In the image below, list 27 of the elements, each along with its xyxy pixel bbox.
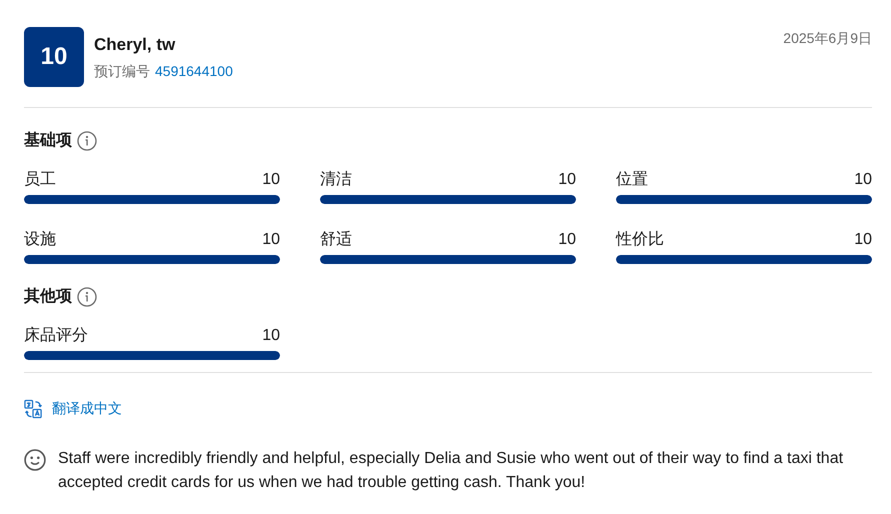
category-score: 10 (262, 230, 280, 250)
translate-icon[interactable] (24, 399, 43, 419)
category-label: 清洁 (320, 170, 352, 190)
booking-label: 预订编号 (94, 63, 150, 79)
review-text: Staff were incredibly friendly and helpful, especially Delia and Susie who went out of their way to find a taxi that accepted credit cards for us when we had trouble getting cash. Thank you! (58, 449, 844, 493)
section-title: 基础项 (24, 130, 72, 151)
info-icon[interactable] (77, 130, 97, 150)
translate-link[interactable]: 翻译成中文 (52, 400, 122, 418)
category-score: 10 (262, 326, 280, 346)
score-badge: 10 (24, 27, 84, 87)
category-label: 舒适 (320, 230, 352, 250)
category-score: 10 (558, 170, 576, 190)
guest-name: Cheryl, tw (94, 35, 176, 55)
category-score: 10 (262, 170, 280, 190)
section-title: 其他项 (24, 286, 72, 307)
smiley-face-icon (24, 449, 46, 471)
info-icon[interactable] (77, 286, 97, 306)
category-score: 10 (854, 230, 872, 250)
category-label: 设施 (24, 230, 56, 250)
category-label: 位置 (616, 170, 648, 190)
category-label: 员工 (24, 170, 56, 190)
booking-number-link[interactable]: 4591644100 (155, 63, 233, 79)
review-date: 2025年6月9日 (783, 29, 872, 48)
category-label: 床品评分 (24, 326, 88, 346)
category-score: 10 (854, 170, 872, 190)
category-score: 10 (558, 230, 576, 250)
category-label: 性价比 (616, 230, 664, 250)
